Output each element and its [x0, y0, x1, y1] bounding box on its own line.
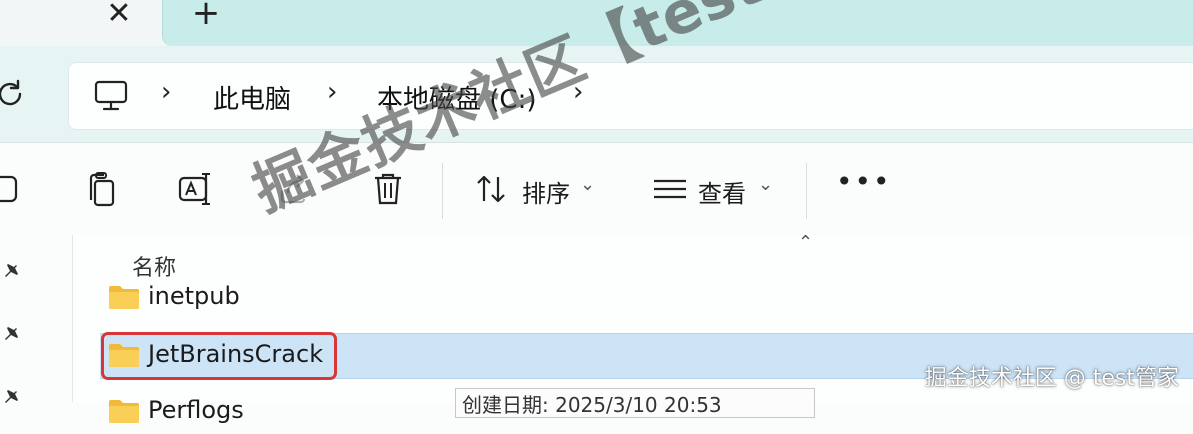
- command-bar: 排序 ⌄ 查看 ⌄ •••: [0, 143, 1193, 235]
- tab-strip: ✕ +: [0, 0, 1193, 46]
- watermark-corner: 掘金技术社区 @ test管家: [924, 366, 1179, 391]
- this-pc-icon[interactable]: [93, 78, 129, 114]
- new-tab-button[interactable]: +: [190, 0, 222, 30]
- refresh-icon[interactable]: [0, 76, 28, 112]
- navigation-row: › 此电脑 › 本地磁盘 (C:) ›: [0, 46, 1193, 143]
- sort-icon[interactable]: [472, 169, 512, 209]
- toolbar-separator: [806, 163, 807, 219]
- delete-icon[interactable]: [368, 169, 408, 209]
- pin-icon[interactable]: [2, 383, 26, 407]
- breadcrumb-this-pc[interactable]: 此电脑: [213, 79, 291, 116]
- chevron-right-icon[interactable]: ›: [161, 77, 171, 107]
- view-button[interactable]: 查看: [698, 174, 746, 209]
- chevron-right-icon[interactable]: ›: [327, 77, 337, 107]
- chevron-right-icon[interactable]: ›: [573, 77, 583, 107]
- rename-icon[interactable]: [176, 169, 216, 209]
- share-icon[interactable]: [274, 169, 314, 209]
- cut-icon[interactable]: [0, 169, 26, 209]
- copy-icon[interactable]: [82, 169, 122, 209]
- list-item[interactable]: inetpub: [100, 276, 1193, 320]
- sort-ascending-icon: ⌃: [798, 232, 814, 253]
- chevron-down-icon[interactable]: ⌄: [580, 174, 595, 195]
- toolbar-separator: [442, 163, 443, 219]
- chevron-down-icon[interactable]: ⌄: [758, 174, 773, 195]
- plus-icon: +: [191, 0, 221, 33]
- close-icon: ✕: [106, 0, 132, 31]
- breadcrumb-local-disk[interactable]: 本地磁盘 (C:): [377, 79, 536, 116]
- pin-icon[interactable]: [2, 257, 26, 281]
- file-name: Perflogs: [148, 396, 244, 424]
- address-bar[interactable]: › 此电脑 › 本地磁盘 (C:) ›: [68, 62, 1193, 130]
- tooltip: 创建日期: 2025/3/10 20:53: [455, 388, 815, 418]
- close-tab-button[interactable]: ✕: [104, 0, 134, 30]
- pin-icon[interactable]: [2, 320, 26, 344]
- folder-icon: [109, 286, 139, 309]
- more-icon[interactable]: •••: [836, 165, 892, 198]
- navigation-pane: [0, 235, 73, 403]
- tab-bar-empty-area: [162, 0, 1193, 46]
- sort-button[interactable]: 排序: [522, 174, 570, 209]
- view-icon[interactable]: [650, 169, 690, 209]
- file-name: inetpub: [148, 282, 240, 310]
- highlight-box: [101, 332, 337, 380]
